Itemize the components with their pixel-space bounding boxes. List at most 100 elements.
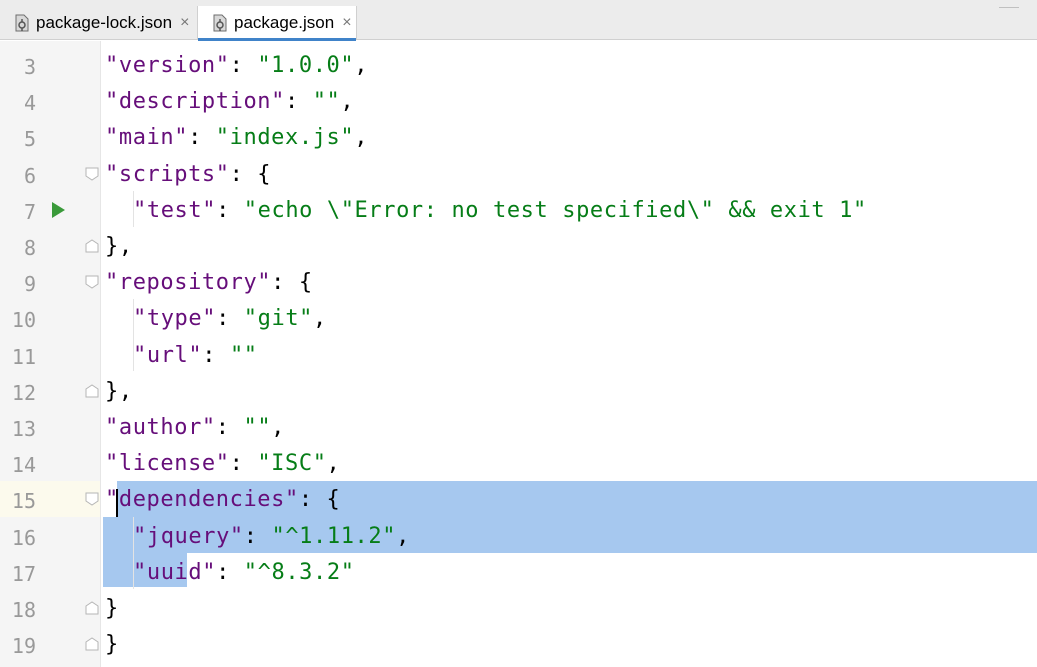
punctuation: : [202, 342, 230, 368]
json-string: "git" [243, 306, 314, 332]
line-number: 5 [23, 127, 36, 152]
json-string: "" [229, 342, 258, 368]
json-key: "repository" [105, 270, 272, 296]
code-line[interactable]: 18} [0, 590, 1037, 626]
json-string: "echo \"Error: no test specified\" && ex… [243, 197, 867, 223]
code-text[interactable]: "author": "", [105, 415, 285, 440]
json-string: "^8.3.2" [243, 559, 355, 585]
code-line[interactable]: 13 "author": "", [0, 409, 1037, 445]
punctuation: : [243, 523, 272, 549]
code-line[interactable]: 17 "uuid": "^8.3.2" [0, 554, 1037, 590]
run-script-icon[interactable] [50, 201, 66, 219]
json-string: "" [243, 415, 272, 440]
json-string: "index.js" [215, 125, 355, 151]
close-tab-icon[interactable]: × [342, 14, 351, 32]
code-line[interactable]: 3 "version": "1.0.0", [0, 47, 1037, 83]
punctuation: } [105, 632, 119, 658]
fold-collapse-icon[interactable] [85, 636, 99, 651]
code-line[interactable]: 15 "dependencies": { [0, 481, 1037, 518]
close-tab-icon[interactable]: × [180, 14, 189, 32]
json-key: "version" [105, 53, 230, 78]
punctuation: , [354, 53, 369, 78]
punctuation: : [216, 306, 244, 332]
code-line[interactable]: 6 "scripts": { [0, 156, 1037, 192]
punctuation: : { [229, 161, 272, 187]
punctuation: : [188, 125, 216, 151]
code-text[interactable]: } [105, 632, 119, 657]
tab-label: package.json [234, 13, 335, 32]
punctuation: }, [105, 234, 133, 259]
fold-expand-icon[interactable] [85, 274, 99, 289]
code-text[interactable]: "test": "echo \"Error: no test specified… [133, 198, 867, 223]
code-text[interactable]: "type": "git", [133, 306, 327, 331]
line-number: 9 [23, 272, 36, 297]
code-line[interactable]: 12}, [0, 373, 1037, 409]
punctuation: : { [271, 270, 313, 296]
code-line[interactable]: 10 "type": "git", [0, 300, 1037, 336]
punctuation: : [285, 89, 313, 115]
code-text[interactable]: "version": "1.0.0", [105, 53, 368, 78]
punctuation: , [326, 451, 341, 477]
editor-tab-bar: package-lock.json × package.json × [0, 0, 1037, 41]
json-key: "scripts" [105, 161, 230, 187]
code-text[interactable]: "main": "index.js", [105, 125, 368, 150]
json-string: "" [312, 89, 341, 115]
code-line[interactable]: 7 "test": "echo \"Error: no test specifie… [0, 192, 1037, 228]
line-number: 19 [11, 634, 36, 659]
code-text[interactable]: "dependencies": { [105, 487, 340, 512]
punctuation: , [340, 89, 355, 115]
json-key: "license" [105, 451, 230, 477]
code-line[interactable]: 19} [0, 626, 1037, 662]
json-file-icon [212, 14, 228, 32]
line-number: 4 [23, 91, 36, 116]
punctuation: } [105, 596, 119, 621]
punctuation: , [271, 415, 286, 440]
code-line[interactable]: 11 "url": "" [0, 337, 1037, 373]
code-text[interactable]: "url": "" [133, 343, 258, 368]
tab-package-json[interactable]: package.json × [197, 6, 357, 41]
line-number: 17 [11, 561, 36, 586]
code-text[interactable]: "uuid": "^8.3.2" [133, 560, 355, 585]
line-number: 18 [11, 598, 36, 622]
line-number: 11 [11, 344, 36, 369]
line-number: 13 [11, 417, 36, 441]
line-number: 16 [11, 525, 36, 550]
code-text[interactable]: "scripts": { [105, 162, 271, 187]
tab-package-lock-json[interactable]: package-lock.json × [14, 6, 196, 40]
json-file-icon [14, 14, 30, 32]
code-line[interactable]: 9 "repository": { [0, 264, 1037, 300]
line-number: 3 [23, 55, 36, 79]
fold-expand-icon[interactable] [85, 166, 99, 181]
code-text[interactable]: }, [105, 379, 133, 404]
code-line[interactable]: 14 "license": "ISC", [0, 445, 1037, 481]
code-text[interactable]: }, [105, 234, 133, 259]
code-text[interactable]: } [105, 596, 119, 621]
json-string: "^1.11.2" [271, 523, 397, 549]
punctuation: : [216, 197, 244, 223]
json-key: "author" [105, 415, 216, 440]
code-line[interactable]: 5 "main": "index.js", [0, 119, 1037, 155]
json-key: "main" [105, 125, 189, 151]
fold-collapse-icon[interactable] [85, 383, 99, 398]
json-string: "ISC" [257, 451, 327, 477]
punctuation: : { [298, 487, 341, 513]
json-key: "url" [133, 342, 203, 368]
json-key: "type" [133, 306, 217, 332]
json-key: "dependencies" [105, 487, 299, 513]
fold-collapse-icon[interactable] [85, 600, 99, 615]
punctuation: }, [105, 378, 133, 404]
fold-collapse-icon[interactable] [85, 238, 99, 253]
punctuation: , [354, 125, 369, 151]
json-key: "description" [105, 89, 285, 115]
line-number: 8 [23, 236, 36, 260]
code-line[interactable]: 8}, [0, 228, 1037, 264]
code-line[interactable]: 4 "description": "", [0, 83, 1037, 119]
code-text[interactable]: "description": "", [105, 89, 354, 114]
code-text[interactable]: "jquery": "^1.11.2", [133, 524, 410, 549]
code-line[interactable]: 16 "jquery": "^1.11.2", [0, 518, 1037, 554]
code-text[interactable]: "license": "ISC", [105, 451, 340, 476]
punctuation: : [216, 559, 244, 585]
fold-expand-icon[interactable] [85, 491, 99, 506]
code-text[interactable]: "repository": { [105, 270, 313, 295]
tab-bar-edge [999, 0, 1019, 8]
